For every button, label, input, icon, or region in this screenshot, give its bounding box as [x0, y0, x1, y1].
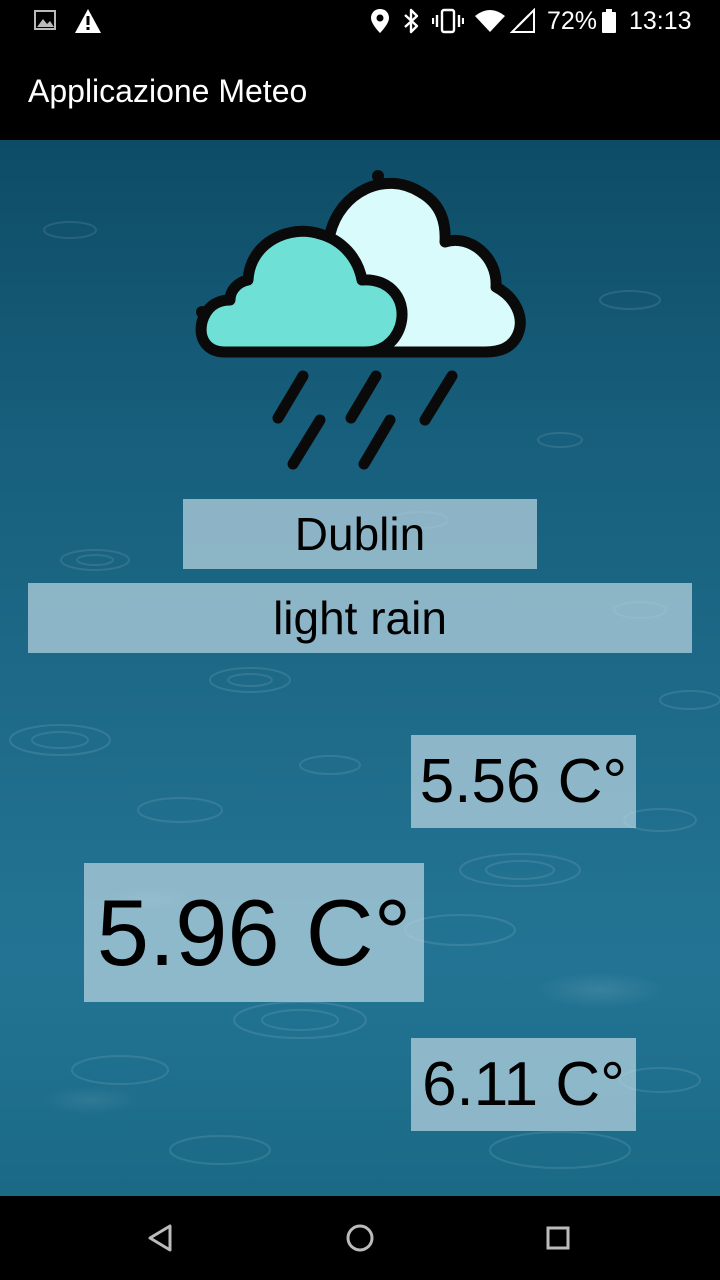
weather-description: light rain — [28, 583, 692, 653]
city-label: Dublin — [183, 499, 537, 569]
temperature-max: 6.11 C° — [411, 1038, 636, 1131]
temperature-min: 5.56 C° — [411, 735, 636, 828]
temperature-current: 5.96 C° — [84, 863, 424, 1002]
clock: 13:13 — [629, 7, 692, 35]
bluetooth-icon — [400, 6, 422, 36]
recents-button[interactable] — [538, 1218, 578, 1258]
rain-cloud-icon — [195, 170, 526, 470]
home-icon — [346, 1224, 374, 1252]
signal-icon — [510, 6, 536, 36]
status-bar: 72% 13:13 — [0, 0, 720, 42]
back-icon — [148, 1224, 172, 1252]
battery-icon — [600, 6, 618, 36]
image-notification-icon — [34, 6, 58, 36]
location-icon — [369, 6, 391, 36]
back-button[interactable] — [140, 1218, 180, 1258]
battery-percent: 72% — [547, 7, 598, 35]
app-title: Applicazione Meteo — [28, 73, 308, 109]
recents-icon — [546, 1226, 570, 1250]
home-button[interactable] — [340, 1218, 380, 1258]
weather-app-screen: 72% 13:13 Applicazione Meteo Dublin ligh… — [0, 0, 720, 1280]
wifi-icon — [474, 6, 506, 36]
vibrate-icon — [432, 6, 464, 36]
app-bar: Applicazione Meteo — [0, 42, 720, 140]
warning-icon — [73, 6, 103, 36]
weather-content: Dublin light rain 5.56 C° 5.96 C° 6.11 C… — [0, 140, 720, 1196]
navigation-bar — [0, 1196, 720, 1280]
